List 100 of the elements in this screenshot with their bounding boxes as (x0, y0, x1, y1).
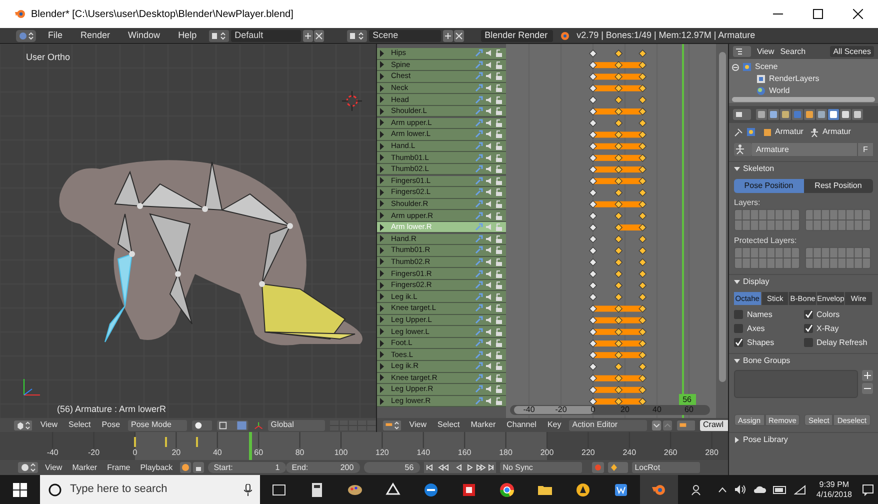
lock-icon[interactable] (495, 60, 503, 69)
lock-icon[interactable] (495, 258, 503, 266)
people-icon[interactable] (691, 484, 704, 496)
menu-item[interactable]: View (757, 46, 774, 58)
preview-range-icon[interactable] (180, 462, 204, 473)
tree-item[interactable]: RenderLayers (769, 73, 820, 85)
lock-icon[interactable] (495, 328, 503, 336)
checkbox[interactable] (804, 310, 812, 319)
panel-title[interactable]: Skeleton (743, 162, 774, 174)
properties-tab[interactable] (780, 109, 791, 120)
scene-field[interactable]: Scene (368, 30, 441, 42)
properties-tab[interactable] (840, 109, 851, 120)
shading-dropdown-icon[interactable] (192, 420, 212, 430)
menu-item[interactable]: View (406, 419, 430, 431)
lock-icon[interactable] (495, 118, 503, 127)
action-browse-icon[interactable] (676, 420, 696, 430)
menu-item[interactable]: Search (780, 46, 806, 58)
notifications-icon[interactable] (862, 484, 874, 496)
menu-item[interactable]: Marker (69, 462, 100, 474)
menu-item[interactable]: Select (66, 419, 94, 431)
lock-icon[interactable] (495, 234, 503, 243)
properties-tab[interactable] (756, 109, 767, 120)
maximize-icon[interactable] (813, 9, 823, 19)
lock-icon[interactable] (495, 246, 503, 254)
search-input[interactable]: Type here to search (70, 481, 236, 498)
lock-icon[interactable] (495, 270, 503, 278)
checkbox[interactable] (804, 324, 812, 333)
scene-icon[interactable] (346, 30, 367, 42)
lock-icon[interactable] (495, 49, 503, 58)
lock-icon[interactable] (495, 350, 503, 359)
lock-icon[interactable] (495, 385, 503, 394)
menu-item[interactable]: Help (172, 28, 203, 42)
triangle-circle-icon[interactable] (575, 482, 591, 498)
menu-item[interactable]: View (42, 462, 66, 474)
lock-icon[interactable] (495, 130, 503, 138)
playback-controls[interactable] (424, 462, 496, 473)
keying-icon[interactable] (608, 462, 628, 473)
lock-icon[interactable] (495, 292, 503, 301)
action-name-field[interactable]: Crawl (700, 420, 728, 430)
menu-item[interactable]: Pose (98, 419, 124, 431)
lock-icon[interactable] (495, 200, 503, 208)
menu-item[interactable]: View (37, 419, 61, 431)
menu-item[interactable]: Playback (137, 462, 176, 474)
fake-user-button[interactable]: F (857, 143, 873, 156)
toggle-button[interactable]: Pose Position (734, 179, 804, 193)
menu-item[interactable]: Select (434, 419, 463, 431)
cloud-icon[interactable] (753, 485, 766, 494)
start-frame-field[interactable]: Start: 1 (208, 462, 286, 473)
current-frame-line[interactable] (682, 44, 684, 418)
properties-tab[interactable] (804, 109, 815, 120)
lock-icon[interactable] (495, 339, 503, 348)
current-frame-line[interactable] (249, 432, 252, 460)
windows-start-icon[interactable] (13, 482, 27, 496)
lock-icon[interactable] (495, 188, 503, 196)
collapse-arrow-icon[interactable] (734, 278, 740, 284)
menu-item[interactable]: Marker (468, 419, 499, 431)
scrollbar[interactable] (732, 97, 875, 102)
panel-title[interactable]: Bone Groups (743, 354, 790, 366)
tree-item[interactable]: World (769, 85, 790, 97)
zigzag-tile-icon[interactable] (613, 482, 629, 498)
lock-icon[interactable] (495, 374, 503, 382)
taskbar-search-bar[interactable]: Type here to search (40, 475, 260, 504)
key-arrows-icon[interactable] (652, 420, 672, 430)
properties-tab[interactable] (816, 109, 827, 120)
clock-date[interactable]: 4/16/2018 (816, 490, 852, 500)
menu-item[interactable]: Render (74, 28, 116, 42)
lock-icon[interactable] (495, 397, 503, 406)
menu-item[interactable]: Channel (504, 419, 540, 431)
editor-type-icon[interactable] (383, 420, 402, 430)
armature-browse-icon[interactable] (734, 143, 752, 156)
mode-dropdown[interactable]: Pose Mode (128, 420, 188, 430)
pin-icon[interactable] (734, 128, 743, 136)
panel-title[interactable]: Display (743, 276, 770, 288)
clock-time[interactable]: 9:39 PM (819, 480, 850, 490)
lock-icon[interactable] (495, 281, 503, 290)
pivot-icon[interactable] (217, 420, 249, 430)
scene-add-remove-icon[interactable] (442, 30, 465, 42)
frame-scrollbar[interactable] (510, 405, 710, 415)
sync-dropdown[interactable]: No Sync (500, 462, 582, 473)
editor-type-icon[interactable] (14, 420, 32, 430)
filter-dropdown[interactable]: All Scenes (830, 46, 874, 57)
editor-type-icon[interactable] (733, 109, 751, 120)
editor-mode-dropdown[interactable]: Action Editor (569, 420, 647, 430)
volume-icon[interactable] (734, 484, 746, 495)
properties-tab[interactable] (768, 109, 779, 120)
lock-icon[interactable] (495, 212, 503, 220)
lock-icon[interactable] (495, 165, 503, 174)
caret-icon[interactable] (718, 486, 728, 492)
wifi-icon[interactable] (794, 484, 806, 494)
current-frame-field[interactable]: 56 (364, 462, 420, 473)
calculator-icon[interactable] (309, 482, 325, 498)
lock-icon[interactable] (495, 72, 503, 80)
collapse-arrow-icon[interactable] (734, 166, 740, 172)
tree-item[interactable]: Scene (755, 61, 778, 73)
menu-item[interactable]: File (42, 28, 69, 42)
lock-icon[interactable] (495, 154, 503, 162)
expand-arrow-icon[interactable] (734, 436, 740, 442)
checkbox[interactable] (734, 324, 743, 333)
panel-title[interactable]: Pose Library (743, 434, 788, 446)
lock-icon[interactable] (495, 96, 503, 104)
